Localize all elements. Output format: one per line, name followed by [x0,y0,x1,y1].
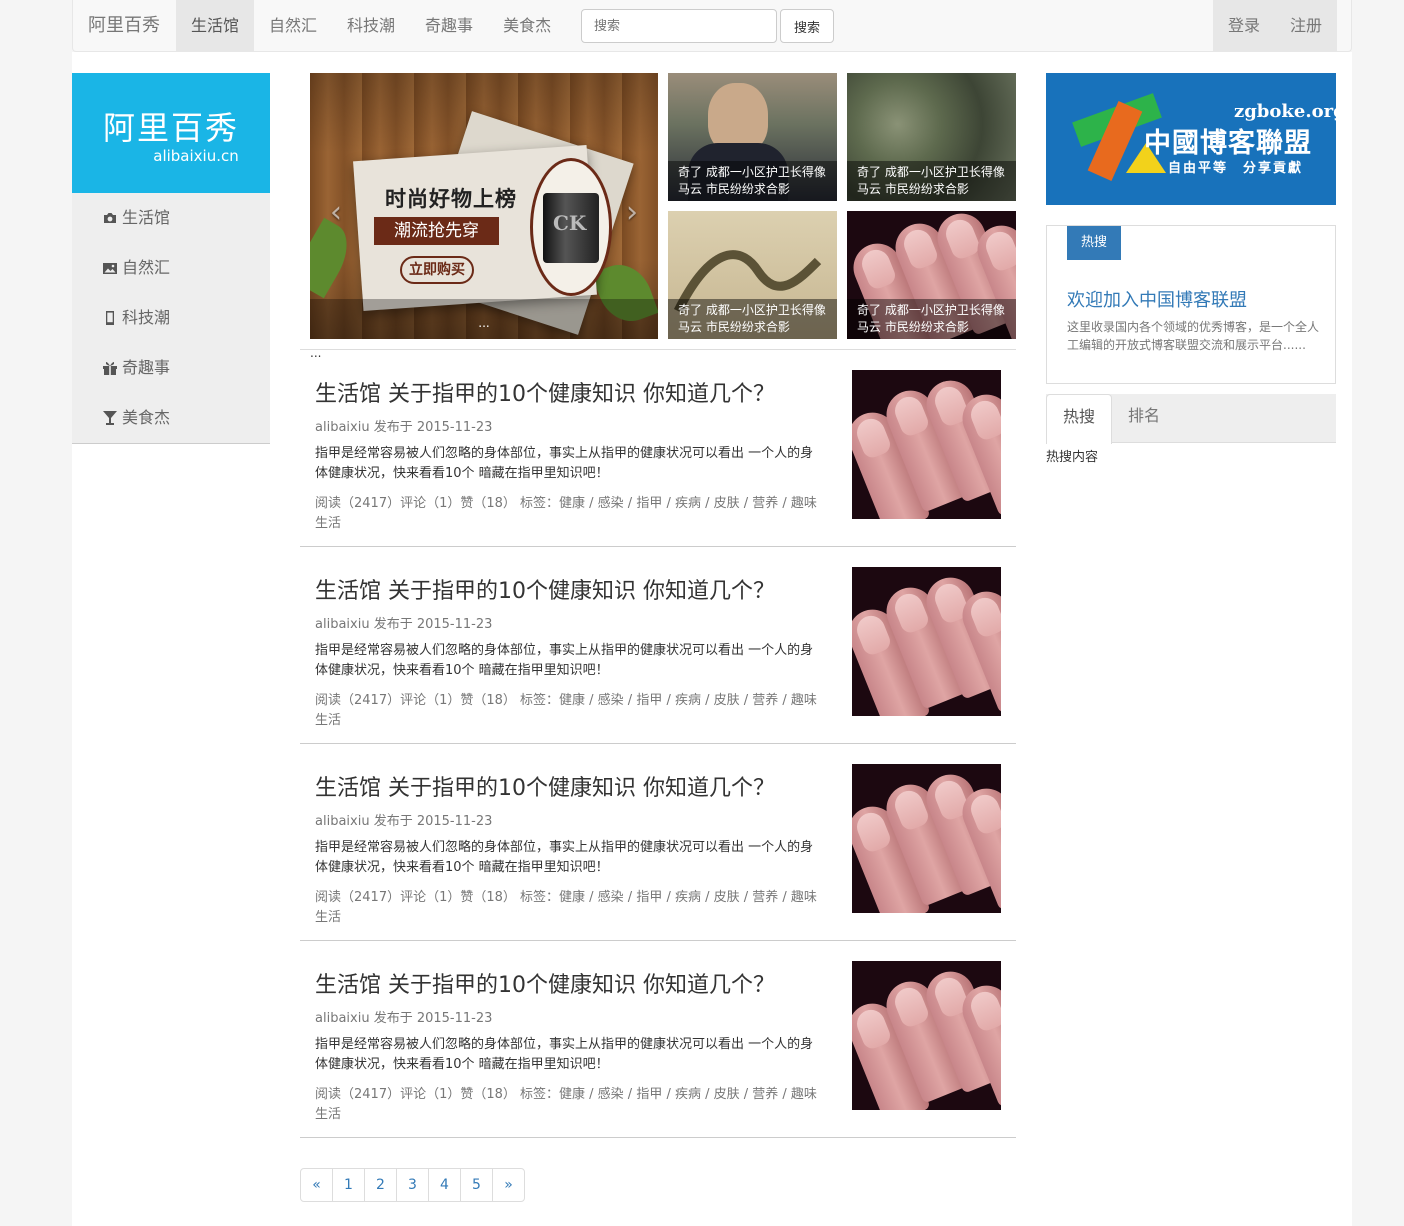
article-title[interactable]: 生活馆 关于指甲的10个健康知识 你知道几个？ [315,573,775,605]
register-link[interactable]: 注册 [1275,0,1337,51]
ad-product-image [543,193,599,263]
article-stats: 阅读（2417）评论（1）赞（18） 标签：健康 / 感染 / 指甲 / 疾病 … [315,693,817,728]
article-meta: alibaixiu 发布于 2015-11-23 [315,420,493,435]
article-stats: 阅读（2417）评论（1）赞（18） 标签：健康 / 感染 / 指甲 / 疾病 … [315,1087,817,1122]
thumb-card[interactable]: 奇了 成都一小区护卫长得像马云 市民纷纷求合影 [668,73,837,201]
article-stats: 阅读（2417）评论（1）赞（18） 标签：健康 / 感染 / 指甲 / 疾病 … [315,496,817,531]
page-3[interactable]: 3 [396,1168,429,1202]
sidebar-item-label: 美食杰 [122,408,171,427]
article-title[interactable]: 生活馆 关于指甲的10个健康知识 你知道几个？ [315,967,775,999]
page-5[interactable]: 5 [460,1168,493,1202]
hot-badge: 热搜 [1067,226,1121,260]
page-next[interactable]: » [492,1168,525,1202]
sidebar-item-fun[interactable]: 奇趣事 [72,343,270,393]
thumb-caption: 奇了 成都一小区护卫长得像马云 市民纷纷求合影 [847,161,1016,201]
picture-icon [103,263,117,274]
article-desc: 指甲是经常容易被人们忽略的身体部位，事实上从指甲的健康状况可以看出 一个人的身体… [315,840,814,875]
search-button[interactable]: 搜索 [780,9,834,43]
thumb-card[interactable]: 奇了 成都一小区护卫长得像马云 市民纷纷求合影 [847,73,1016,201]
camera-icon [104,213,116,223]
navbar-brand[interactable]: 阿里百秀 [73,0,175,51]
login-link[interactable]: 登录 [1213,0,1275,51]
article-meta: alibaixiu 发布于 2015-11-23 [315,617,493,632]
carousel-next-icon[interactable]: › [626,195,638,230]
sidebar-item-nature[interactable]: 自然汇 [72,243,270,293]
hot-panel: 热搜 欢迎加入中国博客联盟 这里收录国内各个领域的优秀博客，是一个全人工编辑的开… [1046,225,1336,384]
nav-link-life[interactable]: 生活馆 [176,0,255,51]
article-item: 生活馆 关于指甲的10个健康知识 你知道几个？ alibaixiu 发布于 20… [300,350,1016,547]
article-title[interactable]: 生活馆 关于指甲的10个健康知识 你知道几个？ [315,376,775,408]
page-1[interactable]: 1 [332,1168,365,1202]
carousel-caption: ... [310,299,658,339]
tab-hot[interactable]: 热搜 [1046,394,1113,444]
thumb-caption: 奇了 成都一小区护卫长得像马云 市民纷纷求合影 [847,299,1016,339]
tab-bar: 热搜 排名 [1046,394,1336,444]
banner-slogan: 自由平等 分享貢獻 [1168,161,1304,176]
sidebar: 阿里百秀 alibaixiu.cn 生活馆 自然汇 科技潮 奇趣事 美食杰 [72,73,270,444]
phone-icon [106,311,114,325]
thumb-card[interactable]: 奇了 成都一小区护卫长得像马云 市民纷纷求合影 [668,211,837,339]
nav-links: 生活馆 自然汇 科技潮 奇趣事 美食杰 [176,0,566,51]
page-4[interactable]: 4 [428,1168,461,1202]
article-desc: 指甲是经常容易被人们忽略的身体部位，事实上从指甲的健康状况可以看出 一个人的身体… [315,1037,814,1072]
nav-link-tech[interactable]: 科技潮 [332,0,410,51]
article-meta: alibaixiu 发布于 2015-11-23 [315,1011,493,1026]
tab-content: 热搜内容 [1046,450,1099,465]
site-logo[interactable]: 阿里百秀 alibaixiu.cn [72,73,270,193]
sidebar-item-label: 自然汇 [122,258,171,277]
sidebar-item-tech[interactable]: 科技潮 [72,293,270,343]
article-desc: 指甲是经常容易被人们忽略的身体部位，事实上从指甲的健康状况可以看出 一个人的身体… [315,643,814,678]
carousel-prev-icon[interactable]: ‹ [330,195,342,230]
nav-link-nature[interactable]: 自然汇 [254,0,332,51]
article-stats: 阅读（2417）评论（1）赞（18） 标签：健康 / 感染 / 指甲 / 疾病 … [315,890,817,925]
pagination: « 1 2 3 4 5 » [300,1168,525,1202]
panel-title-link[interactable]: 欢迎加入中国博客联盟 [1067,286,1247,312]
thumb-caption: 奇了 成都一小区护卫长得像马云 市民纷纷求合影 [668,161,837,201]
banner-name: 中國博客聯盟 [1144,128,1312,159]
article-desc: 指甲是经常容易被人们忽略的身体部位，事实上从指甲的健康状况可以看出 一个人的身体… [315,446,814,481]
tab-ranking[interactable]: 排名 [1112,394,1176,443]
article-thumbnail[interactable] [852,764,1001,913]
article-item: 生活馆 关于指甲的10个健康知识 你知道几个？ alibaixiu 发布于 20… [300,547,1016,744]
nav-link-food[interactable]: 美食杰 [488,0,566,51]
nav-right: 登录 注册 [1212,0,1337,51]
article-title[interactable]: 生活馆 关于指甲的10个健康知识 你知道几个？ [315,770,775,802]
thumb-caption: 奇了 成都一小区护卫长得像马云 市民纷纷求合影 [668,299,837,339]
carousel[interactable]: 时尚好物上榜 潮流抢先穿 立即购买 ‹ › ... [310,73,658,339]
top-navbar: 阿里百秀 生活馆 自然汇 科技潮 奇趣事 美食杰 搜索 登录 注册 [72,0,1352,52]
article-thumbnail[interactable] [852,567,1001,716]
gift-icon [103,362,117,375]
banner-url: zgboke.org [1234,101,1336,122]
article-meta: alibaixiu 发布于 2015-11-23 [315,814,493,829]
panel-text: 这里收录国内各个领域的优秀博客，是一个全人工编辑的开放式博客联盟交流和展示平台.… [1067,320,1320,352]
nav-link-fun[interactable]: 奇趣事 [410,0,488,51]
sidebar-item-life[interactable]: 生活馆 [72,193,270,243]
sidebar-item-food[interactable]: 美食杰 [72,393,270,443]
article-item: 生活馆 关于指甲的10个健康知识 你知道几个？ alibaixiu 发布于 20… [300,744,1016,941]
thumb-card[interactable]: 奇了 成都一小区护卫长得像马云 市民纷纷求合影 [847,211,1016,339]
ad-headline: 时尚好物上榜 [385,187,517,211]
search-input[interactable] [581,9,777,43]
glass-icon [103,411,117,425]
article-thumbnail[interactable] [852,370,1001,519]
sidebar-item-label: 科技潮 [122,308,171,327]
page-prev[interactable]: « [300,1168,333,1202]
article-thumbnail[interactable] [852,961,1001,1110]
sidebar-item-label: 生活馆 [122,208,171,227]
page-2[interactable]: 2 [364,1168,397,1202]
blog-union-banner[interactable]: zgboke.org 中國博客聯盟 自由平等 分享貢獻 [1046,73,1336,205]
logo-english: alibaixiu.cn [153,147,239,165]
ad-buy-button[interactable]: 立即购买 [400,256,474,284]
logo-chinese: 阿里百秀 [102,109,239,147]
ad-subline: 潮流抢先穿 [374,217,499,245]
article-item: 生活馆 关于指甲的10个健康知识 你知道几个？ alibaixiu 发布于 20… [300,941,1016,1138]
sidebar-item-label: 奇趣事 [122,358,171,377]
